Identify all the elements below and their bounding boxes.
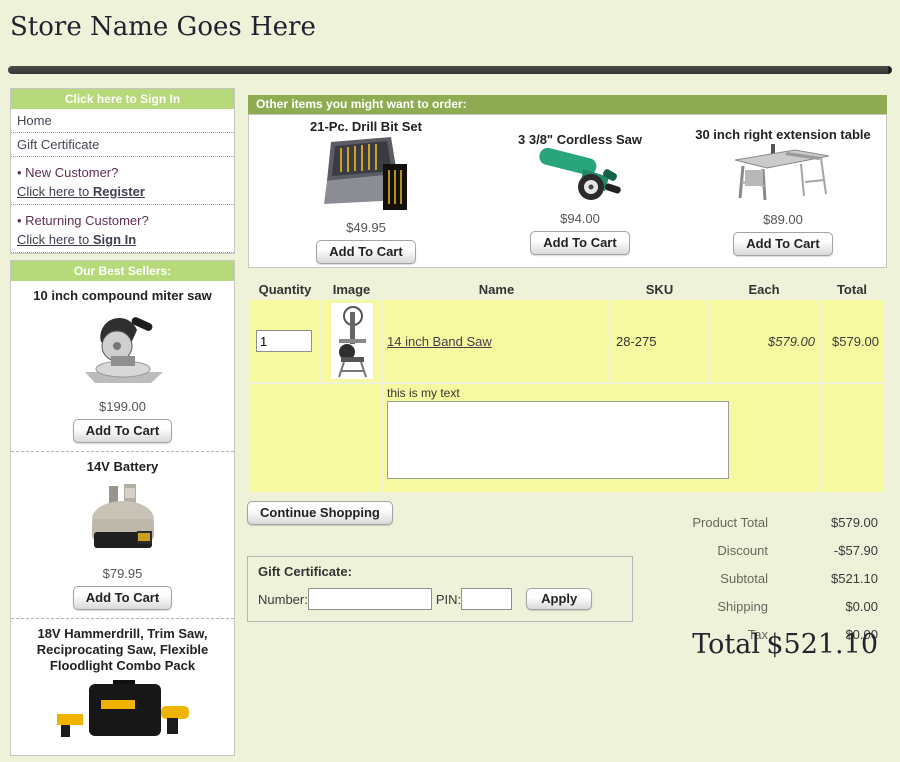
register-link[interactable]: Click here to Register (17, 184, 145, 199)
totals-row-subtotal: Subtotal $521.10 (560, 564, 878, 592)
add-to-cart-button[interactable]: Add To Cart (316, 240, 415, 264)
register-link-prefix: Click here to (17, 184, 93, 199)
column-header-sku: SKU (612, 280, 707, 298)
totals-label: Discount (717, 543, 768, 558)
best-seller-item: 18V Hammerdrill, Trim Saw, Reciprocating… (11, 618, 234, 755)
totals-value: -$57.90 (768, 543, 878, 558)
cart-note-row: this is my text (250, 384, 883, 492)
gift-number-label: Number: (258, 592, 308, 607)
best-sellers-panel: Our Best Sellers: 10 inch compound miter… (10, 260, 235, 756)
note-row-spacer (250, 384, 381, 492)
product-name: 30 inch right extension table (685, 127, 881, 142)
totals-row-discount: Discount -$57.90 (560, 536, 878, 564)
drill-bit-set-product-image (307, 134, 425, 214)
best-sellers-header: Our Best Sellers: (11, 261, 234, 281)
totals-row-shipping: Shipping $0.00 (560, 592, 878, 620)
add-to-cart-button[interactable]: Add To Cart (73, 586, 172, 610)
cart-item-link[interactable]: 14 inch Band Saw (387, 334, 492, 349)
extension-table-product-image (727, 142, 839, 206)
product-price: $94.00 (481, 211, 679, 226)
sidebar: Click here to Sign In Home Gift Certific… (10, 88, 235, 762)
returning-customer-prompt: • Returning Customer? (11, 205, 234, 230)
product-name: 21-Pc. Drill Bit Set (263, 119, 469, 134)
signin-panel: Click here to Sign In Home Gift Certific… (10, 88, 235, 254)
signin-link-row[interactable]: Click here to Sign In (11, 230, 234, 253)
new-customer-prompt: • New Customer? (11, 157, 234, 182)
page-title: Store Name Goes Here (10, 12, 316, 42)
totals-label: Subtotal (720, 571, 768, 586)
signin-panel-header[interactable]: Click here to Sign In (11, 89, 234, 109)
band-saw-thumbnail (331, 303, 373, 379)
signin-link-prefix: Click here to (17, 232, 93, 247)
column-header-name: Name (383, 280, 610, 298)
column-header-total: Total (821, 280, 883, 298)
signin-link[interactable]: Click here to Sign In (17, 232, 136, 247)
sku-cell: 28-275 (612, 300, 707, 382)
product-price: $79.95 (15, 566, 230, 581)
column-header-image: Image (322, 280, 381, 298)
miter-saw-product-image (71, 310, 175, 388)
note-row-total-spacer (821, 384, 883, 492)
grand-total-row: Total $521.10 (560, 629, 878, 660)
cross-sell-panel: 21-Pc. Drill Bit Set $49.95 Add To Cart … (248, 114, 887, 268)
product-price: $199.00 (15, 399, 230, 414)
add-to-cart-button[interactable]: Add To Cart (73, 419, 172, 443)
add-to-cart-button[interactable]: Add To Cart (733, 232, 832, 256)
totals-value: $0.00 (768, 599, 878, 614)
quantity-input[interactable] (256, 330, 312, 352)
product-price: $89.00 (685, 212, 881, 227)
quantity-cell (250, 300, 320, 382)
order-totals: Product Total $579.00 Discount -$57.90 S… (560, 508, 878, 648)
totals-label: Shipping (717, 599, 768, 614)
sidebar-item-gift-certificate[interactable]: Gift Certificate (11, 133, 234, 157)
register-link-row[interactable]: Click here to Register (11, 182, 234, 205)
gift-pin-input[interactable] (461, 588, 512, 610)
best-seller-item: 10 inch compound miter saw $199.00 Add T… (11, 281, 234, 451)
cross-sell-item: 21-Pc. Drill Bit Set $49.95 Add To Cart (263, 119, 469, 264)
cross-sell-item: 30 inch right extension table $89.00 Add… (685, 127, 881, 256)
battery-product-image (75, 481, 171, 555)
totals-value: $579.00 (768, 515, 878, 530)
note-label: this is my text (387, 384, 815, 401)
best-seller-item: 14V Battery $79.95 Add To Cart (11, 451, 234, 618)
header-divider-bar (8, 66, 892, 74)
cart-item-row: 14 inch Band Saw 28-275 $579.00 $579.00 (250, 300, 883, 382)
cross-sell-header: Other items you might want to order: (248, 95, 887, 114)
totals-row-product-total: Product Total $579.00 (560, 508, 878, 536)
combo-pack-product-image (43, 680, 203, 742)
cart-table: Quantity Image Name SKU Each Total 14 i (248, 278, 885, 494)
totals-value: $521.10 (768, 571, 878, 586)
note-cell: this is my text (383, 384, 819, 492)
cross-sell-item: 3 3/8" Cordless Saw $94.00 Add To Cart (481, 132, 679, 255)
total-cell: $579.00 (821, 300, 883, 382)
product-price: $49.95 (263, 220, 469, 235)
product-name: 14V Battery (15, 459, 230, 475)
column-header-each: Each (709, 280, 819, 298)
continue-shopping-button[interactable]: Continue Shopping (247, 501, 393, 525)
register-link-bold: Register (93, 184, 145, 199)
each-cell: $579.00 (709, 300, 819, 382)
product-name: 10 inch compound miter saw (15, 288, 230, 304)
product-name: 3 3/8" Cordless Saw (481, 132, 679, 147)
column-header-quantity: Quantity (250, 280, 320, 298)
grand-total-value: $521.10 (760, 629, 878, 660)
gift-certificate-link[interactable]: Gift Certificate (17, 137, 228, 152)
gift-number-input[interactable] (308, 588, 432, 610)
cart-header-row: Quantity Image Name SKU Each Total (250, 280, 883, 298)
product-name: 18V Hammerdrill, Trim Saw, Reciprocating… (15, 626, 230, 674)
signin-link-bold: Sign In (93, 232, 136, 247)
gift-pin-label: PIN: (436, 592, 461, 607)
add-to-cart-button[interactable]: Add To Cart (530, 231, 629, 255)
grand-total-label: Total (692, 629, 760, 660)
note-textarea[interactable] (387, 401, 729, 479)
sidebar-item-home[interactable]: Home (11, 109, 234, 133)
image-cell (322, 300, 381, 382)
name-cell: 14 inch Band Saw (383, 300, 610, 382)
cordless-saw-product-image (535, 147, 625, 205)
totals-label: Product Total (692, 515, 768, 530)
home-link[interactable]: Home (17, 113, 228, 128)
